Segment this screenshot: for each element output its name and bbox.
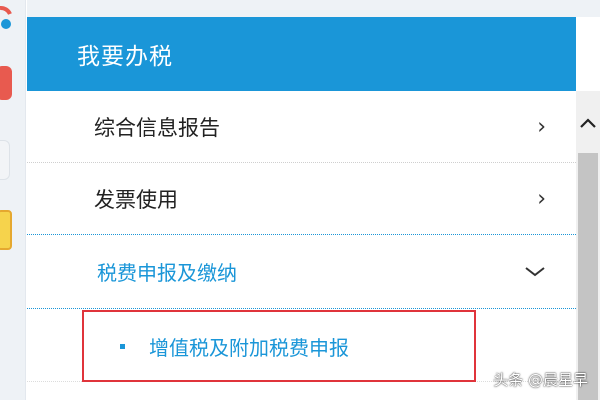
app-logo-icon[interactable] bbox=[0, 4, 14, 32]
menu-item-label: 发票使用 bbox=[94, 187, 178, 212]
menu-item-label: 税费申报及缴纳 bbox=[97, 261, 237, 285]
scroll-thumb[interactable] bbox=[578, 153, 598, 400]
submenu-item-label: 增值税及附加税费申报 bbox=[149, 335, 349, 360]
square-bullet-icon bbox=[120, 343, 125, 349]
chevron-right-icon: › bbox=[537, 114, 546, 139]
vertical-scrollbar[interactable] bbox=[576, 91, 600, 400]
menu-item-invoice-usage[interactable]: 发票使用 › bbox=[27, 163, 576, 235]
menu-item-label: 综合信息报告 bbox=[94, 115, 220, 140]
menu-header: 我要办税 bbox=[27, 17, 576, 91]
panel-tab-icon[interactable] bbox=[0, 140, 10, 180]
menu-item-tax-declaration-payment[interactable]: 税费申报及缴纳 bbox=[27, 235, 576, 309]
menu-header-title: 我要办税 bbox=[77, 44, 173, 70]
yellow-app-icon[interactable] bbox=[0, 210, 12, 250]
tax-menu-panel: 我要办税 综合信息报告 › 发票使用 › 税费申报及缴纳 增值税及附加税费申报 bbox=[27, 17, 576, 400]
menu-item-comprehensive-report[interactable]: 综合信息报告 › bbox=[27, 91, 576, 163]
left-gutter bbox=[0, 0, 26, 400]
chevron-up-icon bbox=[580, 118, 596, 128]
red-app-icon[interactable] bbox=[0, 66, 12, 100]
submenu-item-vat-declaration[interactable]: 增值税及附加税费申报 bbox=[82, 310, 476, 382]
chevron-right-icon: › bbox=[537, 186, 546, 211]
watermark: 头条 @晨星早 bbox=[493, 371, 588, 389]
top-bar bbox=[27, 0, 600, 17]
page: 我要办税 综合信息报告 › 发票使用 › 税费申报及缴纳 增值税及附加税费申报 bbox=[0, 0, 600, 400]
chevron-down-icon bbox=[525, 266, 545, 276]
scroll-up-button[interactable] bbox=[576, 111, 600, 135]
